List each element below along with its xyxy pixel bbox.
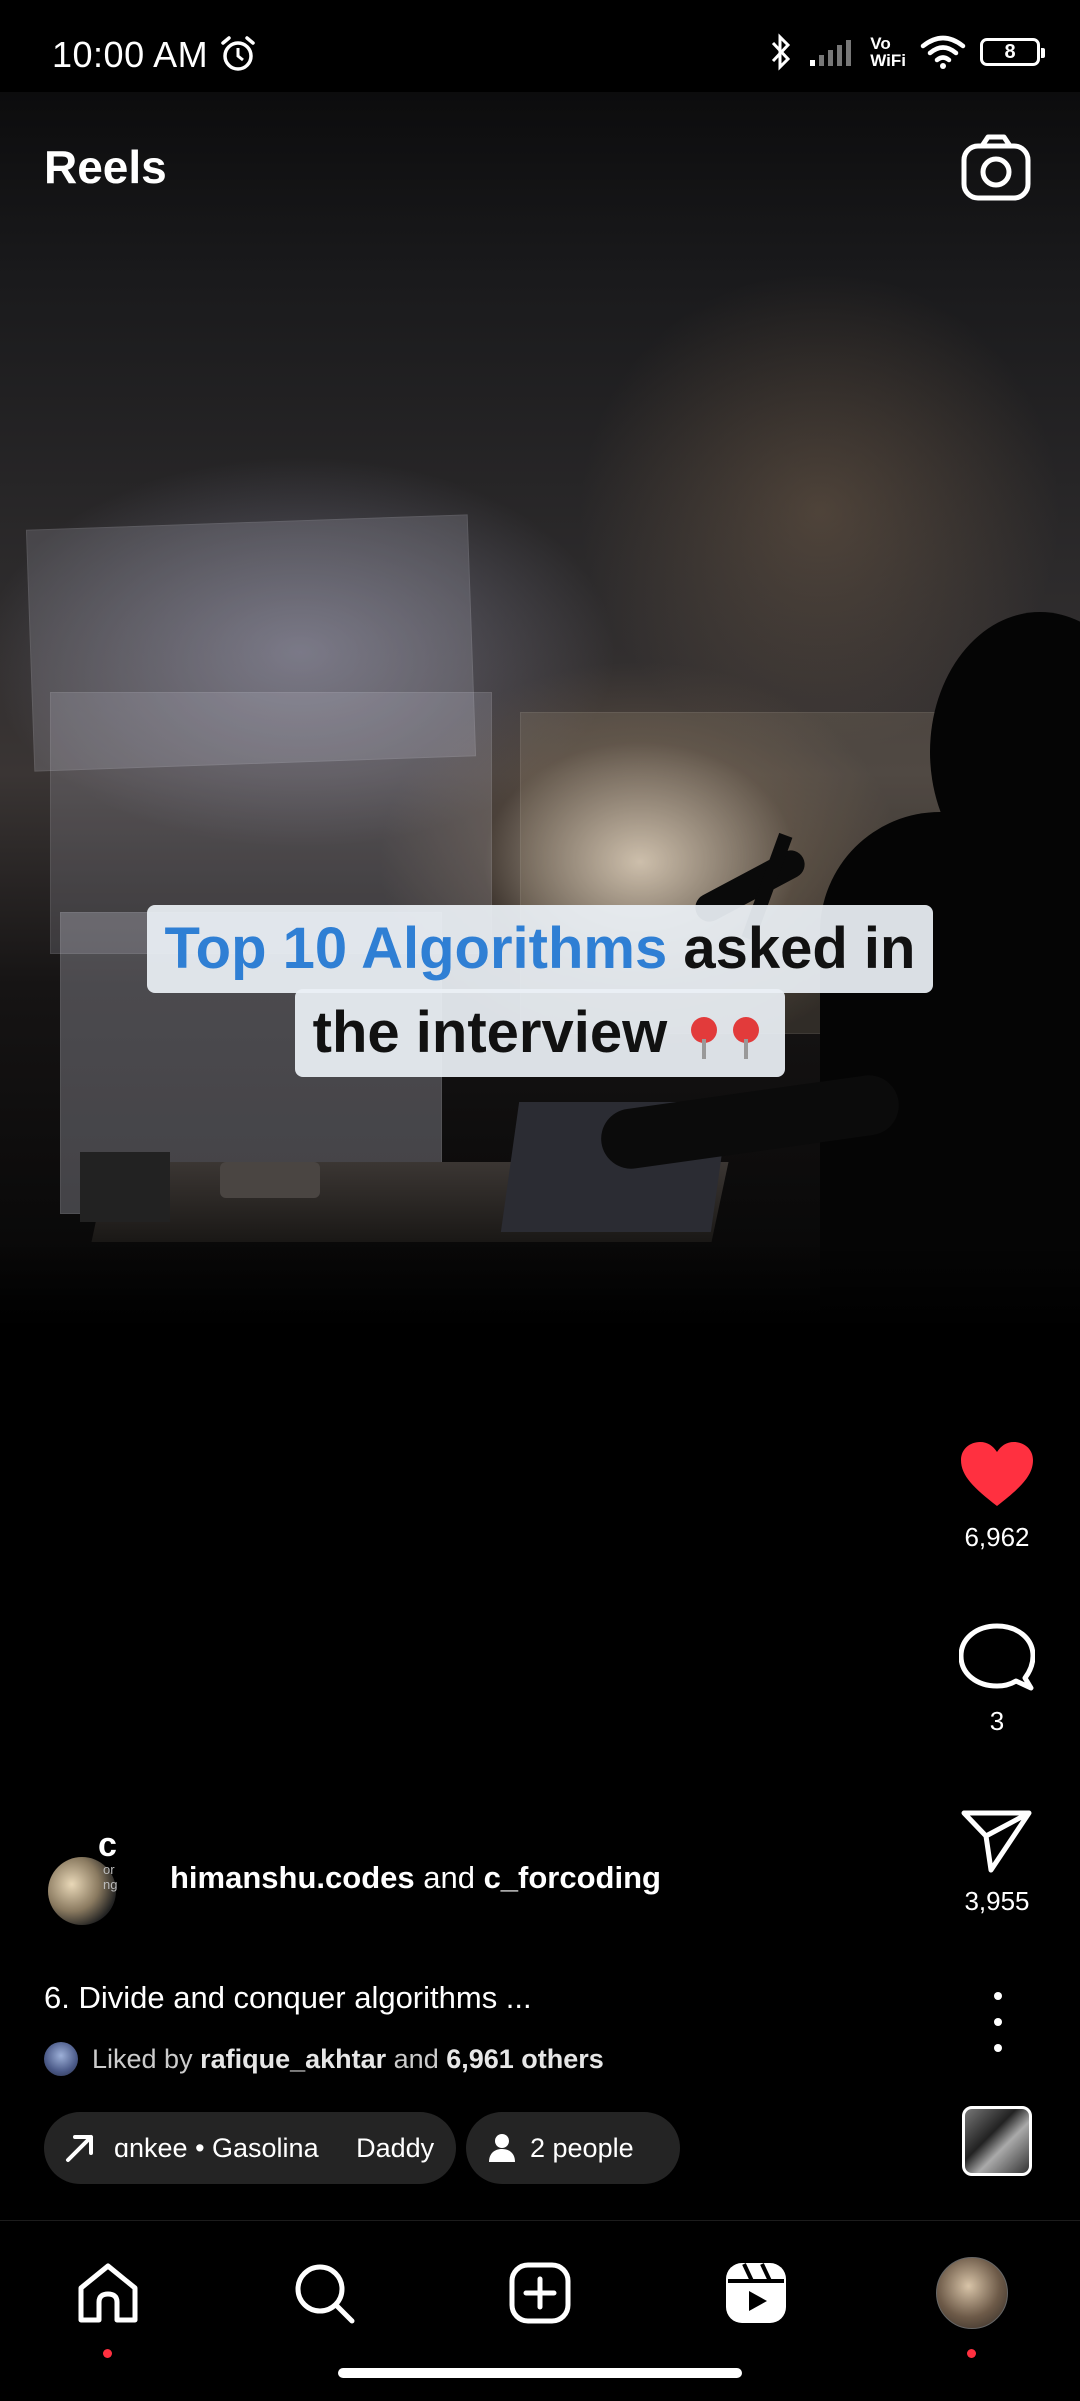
collab-avatar-text: or ng <box>103 1862 118 1892</box>
overlay-line-1-rest: asked in <box>667 916 916 981</box>
author-names[interactable]: himanshu.codes and c_forcoding <box>170 1860 661 1896</box>
trending-arrow-icon <box>66 2135 93 2162</box>
share-button[interactable]: 3,955 <box>955 1808 1039 1917</box>
liked-by-row[interactable]: Liked by rafique_akhtar and 6,961 others <box>44 2042 604 2076</box>
vowifi-top: Vo <box>870 34 891 53</box>
home-indicator[interactable] <box>338 2368 742 2378</box>
heart-icon <box>961 1442 1033 1506</box>
reel-video[interactable] <box>0 92 1080 1332</box>
more-options-button[interactable] <box>978 1992 1018 2052</box>
nav-reels[interactable] <box>716 2253 796 2333</box>
comment-icon <box>959 1623 1035 1691</box>
tagged-people-chip[interactable]: 2 people <box>466 2112 680 2184</box>
send-icon <box>961 1810 1032 1873</box>
signal-icon <box>810 40 852 66</box>
comment-count: 3 <box>989 1706 1005 1736</box>
share-count: 3,955 <box>964 1886 1030 1916</box>
nav-create[interactable] <box>500 2253 580 2333</box>
video-fade <box>0 1242 1080 1332</box>
tagged-people-label: 2 people <box>530 2132 634 2163</box>
home-notification-dot <box>103 2349 112 2358</box>
search-icon <box>295 2264 355 2324</box>
reels-icon <box>726 2263 786 2323</box>
liker-avatar <box>44 2042 78 2076</box>
status-time: 10:00 AM <box>52 34 209 75</box>
battery-icon: 8 <box>980 38 1045 66</box>
desk-object <box>80 1152 170 1222</box>
audio-chip[interactable]: ɑnkee • Gasolina Daddy <box>44 2112 456 2184</box>
liked-by-others[interactable]: 6,961 others <box>446 2044 604 2074</box>
more-dot <box>994 2018 1002 2026</box>
overlay-line-2: the interview <box>294 989 786 1077</box>
vowifi-bottom: WiFi <box>870 51 906 70</box>
more-dot <box>994 1992 1002 2000</box>
pushpin-icon <box>731 1016 761 1059</box>
author-name-2[interactable]: c_forcoding <box>484 1860 661 1895</box>
like-button[interactable]: 6,962 <box>955 1440 1039 1553</box>
author-name-1[interactable]: himanshu.codes <box>170 1860 415 1895</box>
nav-search[interactable] <box>284 2253 364 2333</box>
more-dot <box>994 2044 1002 2052</box>
collab-avatar-letter: c <box>98 1826 117 1864</box>
liked-by-middle: and <box>386 2043 447 2074</box>
camera-icon[interactable] <box>960 132 1032 204</box>
alarm-icon <box>221 36 255 71</box>
status-bar: 10:00 AM Vo WiFi 8 <box>0 0 1080 92</box>
reel-caption[interactable]: 6. Divide and conquer algorithms ... <box>44 1980 532 2016</box>
desk-object <box>220 1162 320 1198</box>
liked-by-prefix: Liked by <box>92 2043 201 2074</box>
person-icon <box>489 2134 515 2162</box>
home-icon <box>78 2263 138 2323</box>
create-icon <box>509 2262 571 2324</box>
overlay-line-2-text: the interview <box>312 1000 668 1065</box>
profile-avatar <box>936 2257 1008 2329</box>
nav-profile[interactable] <box>932 2253 1012 2358</box>
nav-home[interactable] <box>68 2253 148 2358</box>
status-icons: Vo WiFi 8 <box>768 30 1045 74</box>
overlay-highlight: Top 10 Algorithms <box>164 916 668 981</box>
overlay-line-1: Top 10 Algorithms asked in <box>146 905 934 993</box>
author-joiner: and <box>414 1860 484 1895</box>
like-count: 6,962 <box>964 1522 1030 1552</box>
wifi-icon <box>920 35 966 69</box>
video-text-overlay: Top 10 Algorithms asked in the interview <box>0 905 1080 1077</box>
audio-thumbnail[interactable] <box>962 2106 1032 2176</box>
pushpin-icon <box>689 1016 719 1059</box>
liked-by-text: Liked by rafique_akhtar and 6,961 others <box>92 2044 604 2075</box>
vowifi-icon: Vo WiFi <box>870 35 906 69</box>
battery-level: 8 <box>1004 40 1016 63</box>
profile-notification-dot <box>967 2349 976 2358</box>
bluetooth-icon <box>772 33 791 71</box>
page-title: Reels <box>44 141 167 193</box>
comment-button[interactable]: 3 <box>955 1622 1039 1737</box>
audio-title: ɑnkee • Gasolina Daddy <box>114 2132 435 2163</box>
liked-by-user[interactable]: rafique_akhtar <box>200 2044 386 2074</box>
